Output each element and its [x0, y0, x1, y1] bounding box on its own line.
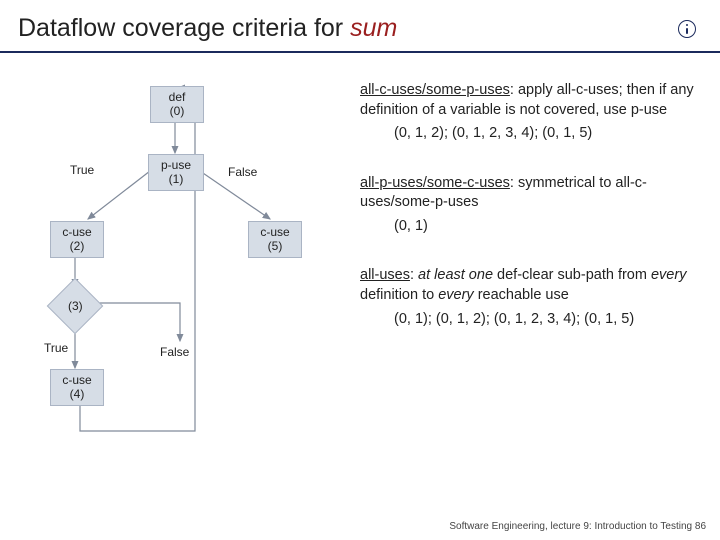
node-puse: p-use (1)	[148, 154, 204, 191]
block-allpuses: all-p-uses/some-c-uses: symmetrical to a…	[360, 174, 702, 237]
label-true-mid: True	[44, 341, 68, 355]
flow-diagram: def (0) p-use (1) c-use (2) c-use (5) (3…	[30, 81, 340, 441]
b3-list: (0, 1); (0, 1, 2); (0, 1, 2, 3, 4); (0, …	[360, 310, 702, 330]
label-false-mid: False	[160, 345, 189, 359]
b3-head: all-uses	[360, 267, 410, 283]
slide-title: Dataflow coverage criteria for sum	[18, 14, 397, 43]
node-cuse2: c-use (2)	[50, 221, 104, 258]
slide-footer: Software Engineering, lecture 9: Introdu…	[449, 521, 706, 532]
node-cuse5: c-use (5)	[248, 221, 302, 258]
label-false-top: False	[228, 165, 257, 179]
block-alluses: all-uses: at least one def-clear sub-pat…	[360, 266, 702, 329]
b2-list: (0, 1)	[360, 217, 702, 237]
title-text: Dataflow coverage criteria for	[18, 14, 350, 42]
b2-head: all-p-uses/some-c-uses	[360, 175, 510, 191]
b1-list: (0, 1, 2); (0, 1, 2, 3, 4); (0, 1, 5)	[360, 124, 702, 144]
label-true-top: True	[70, 163, 94, 177]
title-emphasis: sum	[350, 14, 397, 42]
logo-icon	[678, 20, 696, 38]
node-cuse4: c-use (4)	[50, 369, 104, 406]
text-column: all-c-uses/some-p-uses: apply all-c-uses…	[340, 81, 702, 441]
node-3-label: (3)	[68, 299, 83, 313]
node-def: def (0)	[150, 86, 204, 123]
block-allcuses: all-c-uses/some-p-uses: apply all-c-uses…	[360, 81, 702, 144]
b1-head: all-c-uses/some-p-uses	[360, 82, 510, 98]
slide-header: Dataflow coverage criteria for sum	[0, 0, 720, 53]
slide-content: def (0) p-use (1) c-use (2) c-use (5) (3…	[0, 53, 720, 441]
